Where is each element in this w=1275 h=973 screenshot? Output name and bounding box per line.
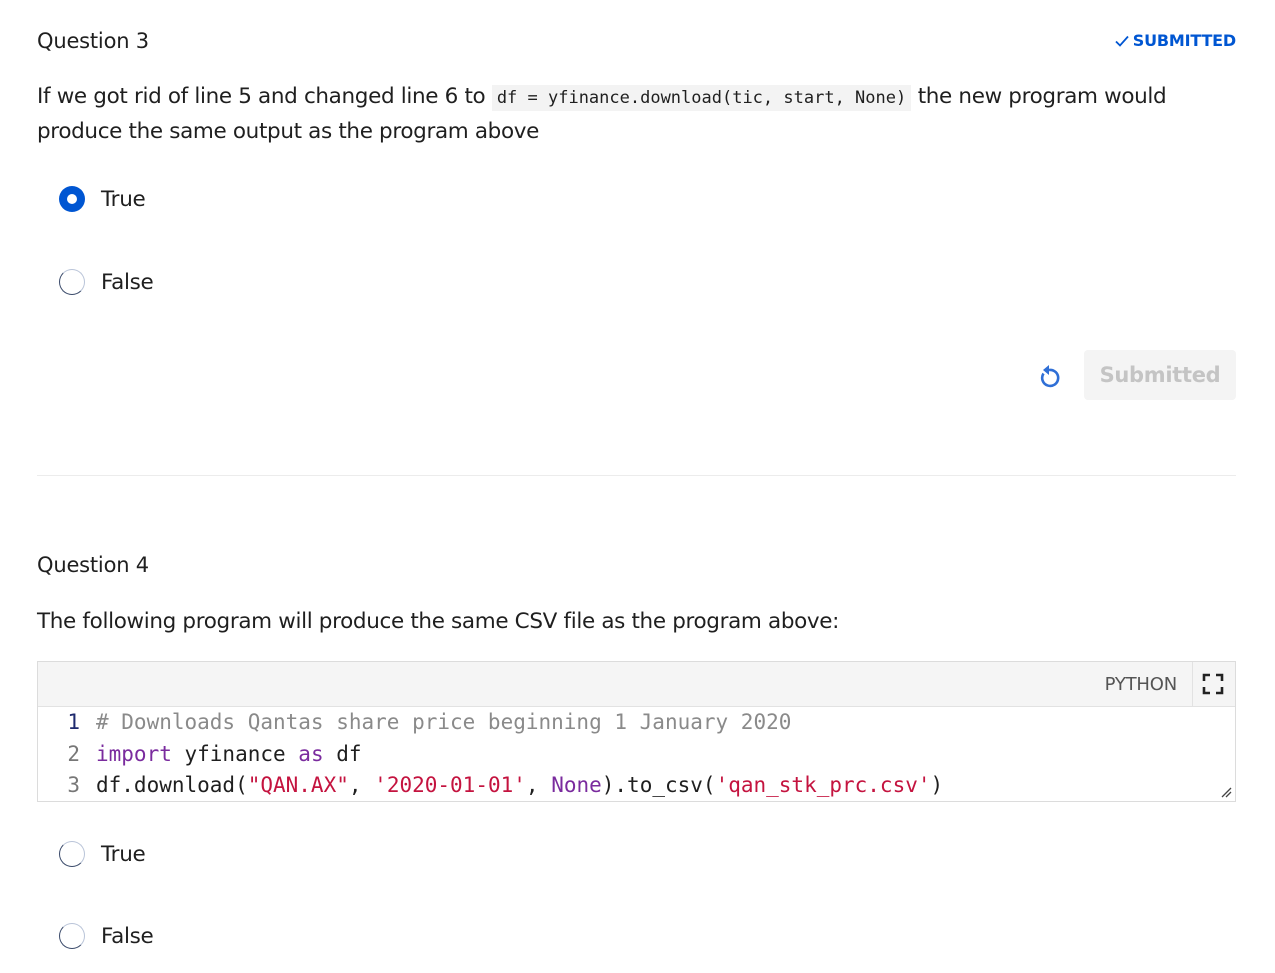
header-separator [1192,662,1193,706]
code-line: 1 # Downloads Qantas share price beginnin… [38,707,1235,739]
code-token: '2020-01-01' [374,773,526,797]
q4-option-true-label: True [101,841,146,867]
question-4-prompt: The following program will produce the s… [37,609,840,634]
code-editor[interactable]: 1 # Downloads Qantas share price beginnin… [38,707,1235,802]
resize-handle-icon[interactable] [1220,786,1232,798]
q3-option-true[interactable]: True [59,186,146,212]
code-token: ) [930,773,944,797]
submitted-button[interactable]: Submitted [1084,350,1236,400]
question-3-prompt-text: If we got rid of line 5 and changed line… [37,84,492,109]
q3-radio-true[interactable] [59,186,85,212]
code-token: , [525,773,552,797]
line-number: 2 [67,741,80,766]
code-token: None [551,773,602,797]
code-block[interactable]: PYTHON 1 # Downloads Qantas share price b… [37,661,1236,802]
code-token: import [96,741,172,766]
question-3-title: Question 3 [37,29,149,53]
q3-option-true-label: True [101,186,146,212]
reset-icon [1040,365,1060,388]
question-3-prompt: If we got rid of line 5 and changed line… [37,80,1242,149]
code-token: 'qan_stk_prc.csv' [715,773,931,797]
code-header: PYTHON [38,662,1235,707]
reset-button[interactable] [1034,361,1064,391]
code-line: 3 df.download("QAN.AX", '2020-01-01', Non… [38,770,1235,802]
q4-radio-false[interactable] [59,923,85,949]
code-token: df.download( [96,773,248,797]
code-token: yfinance [171,741,299,766]
q4-radio-true[interactable] [59,841,85,867]
line-number: 3 [67,773,80,797]
q4-option-false-label: False [101,923,154,949]
q4-option-true[interactable]: True [59,841,146,867]
submitted-badge: SUBMITTED [1114,31,1236,50]
code-token: , [348,773,375,797]
code-token: df [323,741,362,766]
question-4-title: Question 4 [37,553,149,577]
q3-radio-false[interactable] [59,269,85,295]
q3-option-false-label: False [101,269,154,295]
code-language-label: PYTHON [1104,674,1178,695]
submitted-badge-label: SUBMITTED [1132,31,1236,50]
code-token: as [298,741,324,766]
question-divider [37,475,1236,476]
question-3-inline-code: df = yfinance.download(tic, start, None) [491,85,912,111]
code-token: # Downloads Qantas share price beginning… [96,710,792,734]
code-line: 2 import yfinance as df [38,739,1235,771]
fullscreen-icon [1202,673,1224,695]
code-token: ).to_csv( [601,773,716,797]
checkmark-icon [1115,35,1129,47]
fullscreen-button[interactable] [1201,672,1225,696]
q3-option-false[interactable]: False [59,269,154,295]
q4-option-false[interactable]: False [59,923,154,949]
code-token: "QAN.AX" [247,773,349,797]
line-number: 1 [67,710,80,734]
